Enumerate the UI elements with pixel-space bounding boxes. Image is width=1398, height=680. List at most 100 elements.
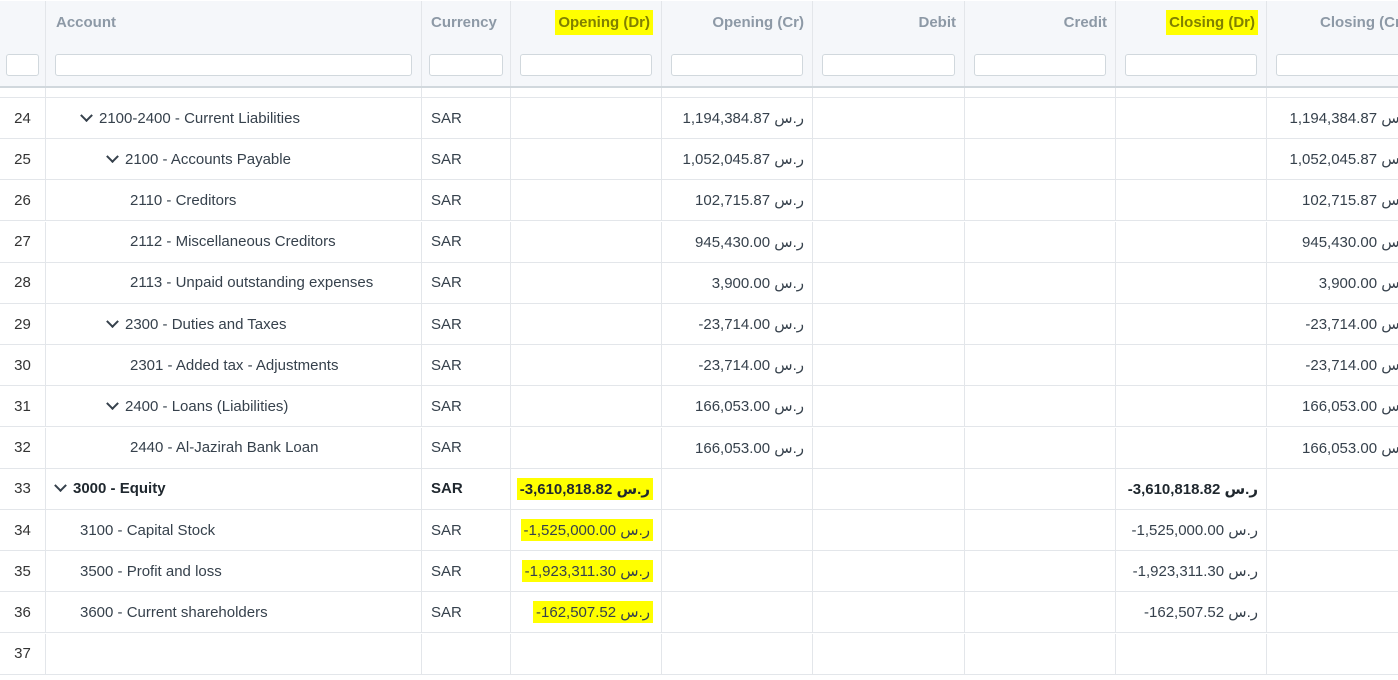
opening-cr-cell[interactable]: 1,052,045.87 ر.س: [662, 139, 813, 181]
closing-dr-cell[interactable]: [1116, 180, 1267, 222]
closing-cr-cell[interactable]: 166,053.00 ر.س: [1267, 386, 1398, 428]
opening-dr-cell[interactable]: -3,610,818.82 ر.س: [511, 468, 662, 510]
currency-cell[interactable]: SAR: [422, 551, 511, 593]
currency-cell[interactable]: SAR: [422, 221, 511, 263]
credit-cell[interactable]: [965, 139, 1116, 181]
row-number-cell[interactable]: 35: [0, 551, 46, 593]
closing-cr-cell[interactable]: 1,052,045.87 ر.س: [1267, 139, 1398, 181]
row-number-cell[interactable]: 37: [0, 633, 46, 675]
table-row[interactable]: 33 3000 - Equity SAR -3,610,818.82 ر.س -3,61…: [0, 468, 1398, 510]
opening-cr-cell[interactable]: 3,900.00 ر.س: [662, 262, 813, 304]
header-opening-dr[interactable]: Opening (Dr): [511, 1, 662, 43]
account-cell[interactable]: [46, 633, 422, 675]
opening-cr-cell[interactable]: 166,053.00 ر.س: [662, 386, 813, 428]
table-row[interactable]: 26 2110 - Creditors SAR 102,715.87 ر.س 102,7…: [0, 180, 1398, 222]
row-number-cell[interactable]: 33: [0, 468, 46, 510]
closing-cr-cell[interactable]: [1267, 510, 1398, 551]
opening-cr-cell[interactable]: -23,714.00 ر.س: [662, 304, 813, 345]
chevron-down-icon[interactable]: [106, 314, 119, 328]
credit-cell[interactable]: [965, 427, 1116, 469]
currency-cell[interactable]: SAR: [422, 386, 511, 428]
currency-cell[interactable]: SAR: [422, 510, 511, 551]
filter-input-opening-dr[interactable]: [520, 54, 652, 76]
opening-dr-cell[interactable]: [511, 139, 662, 181]
chevron-down-icon[interactable]: [106, 149, 119, 163]
opening-dr-cell[interactable]: [511, 386, 662, 428]
opening-dr-cell[interactable]: [511, 345, 662, 387]
closing-cr-cell[interactable]: -23,714.00 ر.س: [1267, 304, 1398, 345]
credit-cell[interactable]: [965, 633, 1116, 675]
header-closing-cr[interactable]: Closing (Cr: [1267, 1, 1398, 43]
account-cell[interactable]: 3100 - Capital Stock: [46, 510, 422, 551]
row-number-cell[interactable]: 31: [0, 386, 46, 428]
chevron-down-icon[interactable]: [106, 397, 119, 410]
currency-cell[interactable]: SAR: [422, 345, 511, 387]
credit-cell[interactable]: [965, 468, 1116, 510]
chevron-down-icon[interactable]: [80, 108, 93, 122]
header-credit[interactable]: Credit: [965, 1, 1116, 43]
table-row[interactable]: 31 2400 - Loans (Liabilities) SAR 166,053.0…: [0, 386, 1398, 428]
table-row[interactable]: 27 2112 - Miscellaneous Creditors SAR 945,4…: [0, 221, 1398, 263]
row-number-cell[interactable]: 36: [0, 592, 46, 634]
credit-cell[interactable]: [965, 551, 1116, 593]
opening-dr-cell[interactable]: -1,923,311.30 ر.س: [511, 551, 662, 593]
closing-dr-cell[interactable]: [1116, 262, 1267, 304]
debit-cell[interactable]: [813, 386, 965, 428]
closing-cr-cell[interactable]: -23,714.00 ر.س: [1267, 345, 1398, 387]
header-debit[interactable]: Debit: [813, 1, 965, 43]
closing-cr-cell[interactable]: [1267, 634, 1398, 675]
account-cell[interactable]: 2112 - Miscellaneous Creditors: [46, 221, 422, 263]
closing-dr-cell[interactable]: [1116, 304, 1267, 345]
opening-cr-cell[interactable]: 166,053.00 ر.س: [662, 427, 813, 469]
credit-cell[interactable]: [965, 262, 1116, 304]
table-row[interactable]: 37: [0, 633, 1398, 675]
closing-cr-cell[interactable]: [1267, 469, 1398, 510]
closing-cr-cell[interactable]: 102,715.87 ر.س: [1267, 180, 1398, 222]
account-cell[interactable]: 2300 - Duties and Taxes: [46, 304, 422, 345]
currency-cell[interactable]: SAR: [422, 262, 511, 304]
currency-cell[interactable]: SAR: [422, 98, 511, 139]
row-number-cell[interactable]: 34: [0, 510, 46, 551]
table-row[interactable]: 28 2113 - Unpaid outstanding expenses SAR 3…: [0, 262, 1398, 304]
row-number-cell[interactable]: 30: [0, 345, 46, 387]
filter-input-row-number[interactable]: [6, 54, 39, 76]
currency-cell[interactable]: SAR: [422, 304, 511, 345]
table-row[interactable]: 30 2301 - Added tax - Adjustments SAR -23,7…: [0, 345, 1398, 387]
closing-dr-cell[interactable]: -1,525,000.00 ر.س: [1116, 510, 1267, 551]
opening-cr-cell[interactable]: [662, 468, 813, 510]
currency-cell[interactable]: [422, 633, 511, 675]
debit-cell[interactable]: [813, 221, 965, 263]
debit-cell[interactable]: [813, 304, 965, 345]
account-cell[interactable]: 3000 - Equity: [46, 468, 422, 510]
table-row[interactable]: 34 3100 - Capital Stock SAR -1,525,000.00 ر…: [0, 510, 1398, 551]
opening-dr-cell[interactable]: [511, 427, 662, 469]
opening-dr-cell[interactable]: [511, 98, 662, 139]
account-cell[interactable]: 2100-2400 - Current Liabilities: [46, 98, 422, 139]
debit-cell[interactable]: [813, 551, 965, 593]
table-row[interactable]: 24 2100-2400 - Current Liabilities SAR 1,19…: [0, 98, 1398, 139]
closing-dr-cell[interactable]: -162,507.52 ر.س: [1116, 592, 1267, 634]
opening-cr-cell[interactable]: 1,194,384.87 ر.س: [662, 98, 813, 139]
header-closing-dr[interactable]: Closing (Dr): [1116, 1, 1267, 43]
debit-cell[interactable]: [813, 98, 965, 139]
closing-cr-cell[interactable]: [1267, 592, 1398, 634]
closing-dr-cell[interactable]: -1,923,311.30 ر.س: [1116, 551, 1267, 593]
opening-cr-cell[interactable]: 945,430.00 ر.س: [662, 221, 813, 263]
header-account[interactable]: Account: [46, 1, 422, 43]
closing-dr-cell[interactable]: [1116, 98, 1267, 139]
row-number-cell[interactable]: 29: [0, 304, 46, 345]
opening-cr-cell[interactable]: 102,715.87 ر.س: [662, 180, 813, 222]
credit-cell[interactable]: [965, 98, 1116, 139]
table-row[interactable]: 36 3600 - Current shareholders SAR -162,507…: [0, 592, 1398, 634]
row-number-cell[interactable]: 27: [0, 221, 46, 263]
opening-cr-cell[interactable]: [662, 551, 813, 593]
closing-cr-cell[interactable]: [1267, 551, 1398, 593]
opening-cr-cell[interactable]: [662, 592, 813, 634]
closing-dr-cell[interactable]: [1116, 427, 1267, 469]
debit-cell[interactable]: [813, 427, 965, 469]
opening-dr-cell[interactable]: [511, 180, 662, 222]
row-number-cell[interactable]: 24: [0, 98, 46, 139]
opening-dr-cell[interactable]: [511, 221, 662, 263]
row-number-cell[interactable]: 26: [0, 180, 46, 222]
debit-cell[interactable]: [813, 262, 965, 304]
